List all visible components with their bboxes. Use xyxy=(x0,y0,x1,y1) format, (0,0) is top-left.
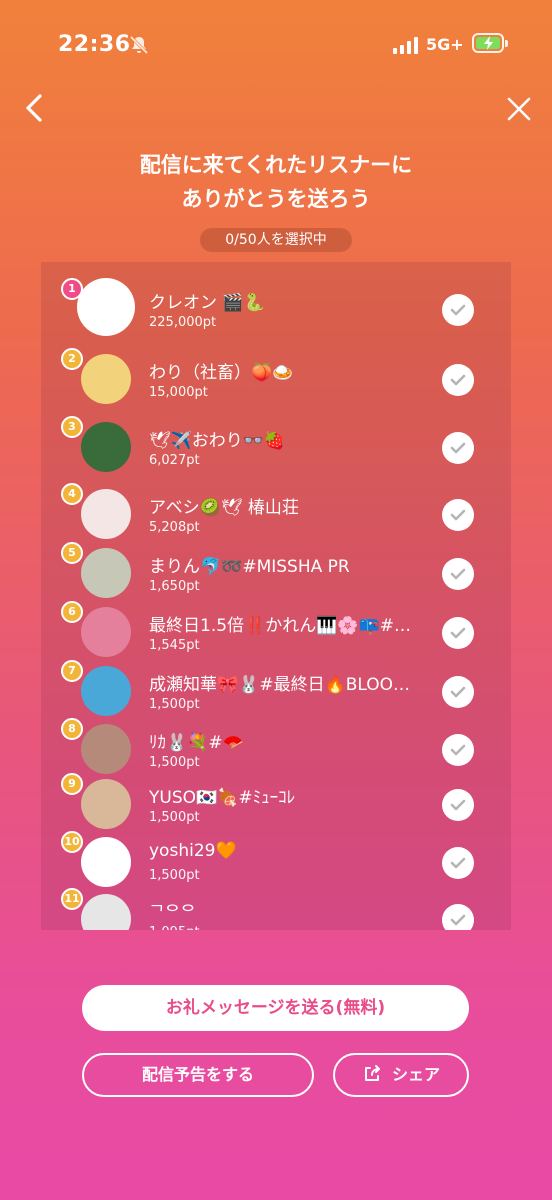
title-line-2: ありがとうを送ろう xyxy=(181,187,371,211)
share-icon xyxy=(364,1064,380,1081)
back-button[interactable] xyxy=(20,92,50,124)
page-title: 配信に来てくれたリスナーに ありがとうを送ろう xyxy=(0,148,552,216)
listener-row[interactable]: 2 わり（社畜）🍑🍛 15,000pt xyxy=(41,348,511,406)
listener-name: わり（社畜）🍑🍛 xyxy=(149,363,294,383)
select-checkbox[interactable] xyxy=(442,734,474,766)
avatar xyxy=(81,894,131,930)
avatar xyxy=(81,607,131,657)
listener-name: 🕊✈️おわり👓🍓 xyxy=(149,431,286,451)
avatar xyxy=(81,354,131,404)
avatar xyxy=(77,278,135,336)
rank-badge: 7 xyxy=(61,660,83,682)
listener-name: アベシ🥝🕊 椿山荘 xyxy=(149,498,299,518)
select-checkbox[interactable] xyxy=(442,617,474,649)
listener-points: 225,000pt xyxy=(149,315,217,330)
listener-row[interactable]: 8 ﾘｶ🐰💐#🪭 1,500pt xyxy=(41,718,511,776)
listener-row[interactable]: 4 アベシ🥝🕊 椿山荘 5,208pt xyxy=(41,483,511,541)
listener-row[interactable]: 6 最終日1.5倍‼️かれん🎹🌸📪#… 1,545pt xyxy=(41,601,511,659)
avatar xyxy=(81,724,131,774)
share-label: シェア xyxy=(391,1065,440,1084)
avatar xyxy=(81,548,131,598)
checkmark-icon xyxy=(450,799,466,811)
listener-name: まりん🐬➿#MISSHA PR xyxy=(149,557,350,577)
avatar xyxy=(81,489,131,539)
listener-points: 1,500pt xyxy=(149,755,200,770)
rank-badge: 11 xyxy=(61,888,83,910)
listener-points: 1,650pt xyxy=(149,579,200,594)
close-icon xyxy=(507,97,531,121)
select-checkbox[interactable] xyxy=(442,432,474,464)
signal-icon xyxy=(393,36,418,54)
title-line-1: 配信に来てくれたリスナーに xyxy=(139,153,413,177)
listener-name: ᄀᄋᄋ xyxy=(149,903,196,923)
checkmark-icon xyxy=(450,686,466,698)
select-checkbox[interactable] xyxy=(442,558,474,590)
listener-row[interactable]: 7 成瀬知華🎀🐰#最終日🔥BLOO… 1,500pt xyxy=(41,660,511,718)
select-checkbox[interactable] xyxy=(442,294,474,326)
listener-name: 成瀬知華🎀🐰#最終日🔥BLOO… xyxy=(149,675,411,695)
rank-badge: 10 xyxy=(61,831,83,853)
listener-row[interactable]: 3 🕊✈️おわり👓🍓 6,027pt xyxy=(41,416,511,474)
listener-points: 15,000pt xyxy=(149,385,208,400)
listener-name: 最終日1.5倍‼️かれん🎹🌸📪#… xyxy=(149,616,411,636)
checkmark-icon xyxy=(450,627,466,639)
select-checkbox[interactable] xyxy=(442,676,474,708)
listener-points: 1,545pt xyxy=(149,638,200,653)
share-button[interactable]: シェア xyxy=(333,1053,469,1097)
rank-badge: 2 xyxy=(61,348,83,370)
listener-points: 5,208pt xyxy=(149,520,200,535)
rank-badge: 1 xyxy=(61,278,83,300)
listener-row[interactable]: 5 まりん🐬➿#MISSHA PR 1,650pt xyxy=(41,542,511,600)
listener-row[interactable]: 9 YUSO🇰🇷🍖#ﾐｭｰｺﾚ 1,500pt xyxy=(41,773,511,831)
selection-count-badge: 0/50人を選択中 xyxy=(200,228,352,252)
listener-points: 1,500pt xyxy=(149,697,200,712)
select-checkbox[interactable] xyxy=(442,847,474,879)
chevron-left-icon xyxy=(26,94,42,122)
rank-badge: 5 xyxy=(61,542,83,564)
select-checkbox[interactable] xyxy=(442,789,474,821)
rank-badge: 8 xyxy=(61,718,83,740)
rank-badge: 4 xyxy=(61,483,83,505)
network-type: 5G+ xyxy=(426,35,464,54)
listener-row[interactable]: 1 クレオン 🎬🐍 225,000pt xyxy=(41,278,511,336)
checkmark-icon xyxy=(450,857,466,869)
listener-points: 1,500pt xyxy=(149,810,200,825)
select-checkbox[interactable] xyxy=(442,499,474,531)
checkmark-icon xyxy=(450,509,466,521)
avatar xyxy=(81,837,131,887)
avatar xyxy=(81,666,131,716)
listener-points: 6,027pt xyxy=(149,453,200,468)
checkmark-icon xyxy=(450,914,466,926)
avatar xyxy=(81,779,131,829)
listener-name: yoshi29🧡 xyxy=(149,841,237,861)
listener-points: 1,095pt xyxy=(149,925,200,930)
listener-points: 1,500pt xyxy=(149,868,200,883)
rank-badge: 3 xyxy=(61,416,83,438)
listener-row[interactable]: 11 ᄀᄋᄋ 1,095pt xyxy=(41,888,511,930)
listener-name: クレオン 🎬🐍 xyxy=(149,293,265,313)
send-thanks-button[interactable]: お礼メッセージを送る(無料) xyxy=(82,985,469,1031)
rank-badge: 9 xyxy=(61,773,83,795)
close-button[interactable] xyxy=(504,94,534,124)
rank-badge: 6 xyxy=(61,601,83,623)
select-checkbox[interactable] xyxy=(442,904,474,930)
status-bar: 22:36 5G+ xyxy=(0,0,552,90)
checkmark-icon xyxy=(450,442,466,454)
select-checkbox[interactable] xyxy=(442,364,474,396)
listener-list: 1 クレオン 🎬🐍 225,000pt 2 わり（社畜）🍑🍛 15,000pt 3 🕊✈️おわ… xyxy=(41,262,511,930)
listener-name: ﾘｶ🐰💐#🪭 xyxy=(149,733,244,753)
status-time: 22:36 xyxy=(58,32,131,57)
battery-icon xyxy=(472,33,508,53)
checkmark-icon xyxy=(450,374,466,386)
announce-stream-button[interactable]: 配信予告をする xyxy=(82,1053,314,1097)
checkmark-icon xyxy=(450,744,466,756)
listener-row[interactable]: 10 yoshi29🧡 1,500pt xyxy=(41,831,511,889)
listener-name: YUSO🇰🇷🍖#ﾐｭｰｺﾚ xyxy=(149,788,296,808)
checkmark-icon xyxy=(450,304,466,316)
bell-muted-icon xyxy=(129,35,149,55)
avatar xyxy=(81,422,131,472)
checkmark-icon xyxy=(450,568,466,580)
